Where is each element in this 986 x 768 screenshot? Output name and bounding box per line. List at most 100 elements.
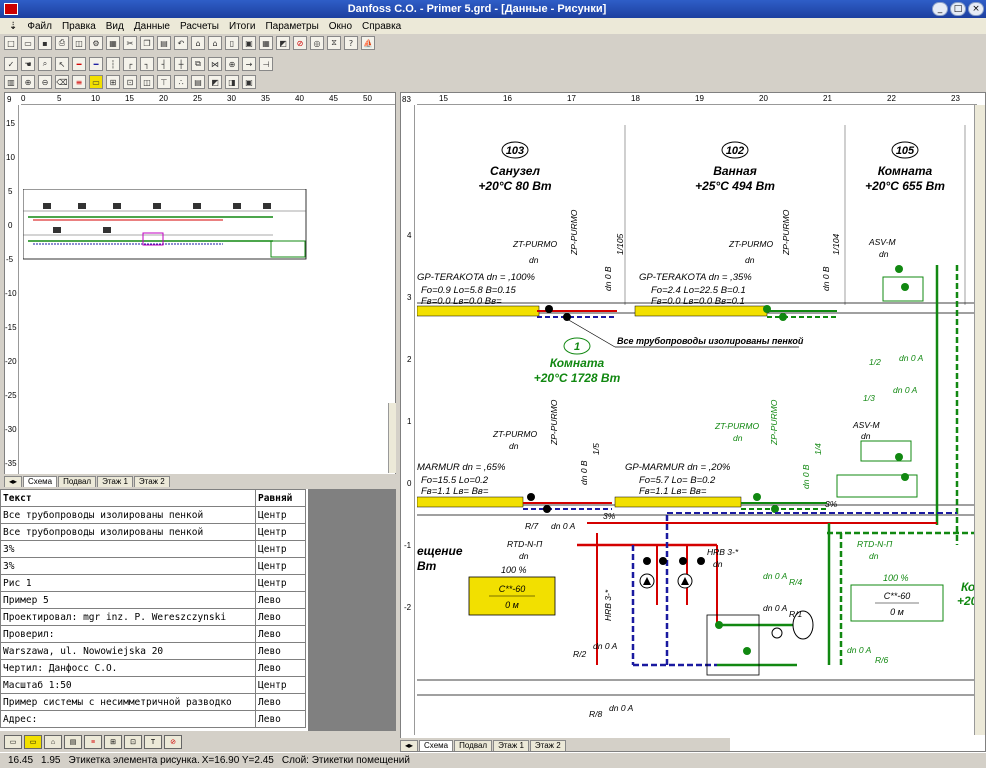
menu-view[interactable]: Вид [101,21,129,32]
maximize-icon[interactable]: □ [950,2,966,16]
cell-text[interactable]: Рис 1 [0,574,256,592]
table-row[interactable]: Warszawa, ul. Nowowiejska 20 Лево [0,642,306,660]
target-icon[interactable]: ◎ [310,36,324,50]
layer2-icon[interactable]: ▭ [89,75,103,89]
cell-align[interactable]: Центр [255,676,306,694]
cell-align[interactable]: Центр [255,557,306,575]
menu-edit[interactable]: Правка [57,21,101,32]
no-entry-icon[interactable]: ⊘ [293,36,307,50]
sheet-tab-floor1[interactable]: Этаж 1 [493,740,529,751]
menu-params[interactable]: Параметры [260,21,323,32]
supply-pipe-icon[interactable]: ━ [72,57,86,71]
cell-align[interactable]: Лево [255,659,306,677]
sheet-tab-scheme[interactable]: Схема [23,476,58,487]
menu-file[interactable]: Файл [22,21,57,32]
settings-icon[interactable]: ⚙ [89,36,103,50]
layer6-icon[interactable]: ⊤ [157,75,171,89]
sheet-tab-floor2[interactable]: Этаж 2 [133,476,170,487]
table-row[interactable]: Проектировал: mgr inz. P. Wereszczynski Л… [0,608,306,626]
cell-align[interactable]: Лево [255,693,306,711]
hand-icon[interactable]: ☚ [21,57,35,71]
sheet-tab-floor1[interactable]: Этаж 1 [97,476,133,487]
room-tool-icon[interactable]: ⊡ [124,735,142,749]
zoom-in-icon[interactable]: ⊕ [21,75,35,89]
open-folder-icon[interactable]: ▭ [21,36,35,50]
save-icon[interactable]: ▪ [38,36,52,50]
sheet-tab-basement[interactable]: Подвал [454,740,493,751]
cell-text[interactable]: Чертил: Данфосс С.О. [0,659,256,677]
pointer-icon[interactable]: ↖ [55,57,69,71]
valve-icon[interactable]: ⧖ [327,36,341,50]
print-icon[interactable]: ⎙ [55,36,69,50]
sheet-tab-nav-icon[interactable]: ◂▸ [4,476,23,487]
overview-thumbnail[interactable] [23,189,307,263]
layer8-icon[interactable]: ▤ [191,75,205,89]
error-tool-icon[interactable]: ⊘ [164,735,182,749]
table-row[interactable]: Масштаб 1:50 Центр [0,676,306,694]
folder-tool-icon[interactable]: ▭ [24,735,42,749]
table-row[interactable]: Пример 5 Лево [0,591,306,609]
menu-data[interactable]: Данные [129,21,175,32]
table-row[interactable]: 3% Центр [0,557,306,575]
cell-text[interactable]: Пример 5 [0,591,256,609]
check-icon[interactable]: ✓ [4,57,18,71]
boiler-tool-icon[interactable]: ⊞ [104,735,122,749]
copy-icon[interactable]: ❐ [140,36,154,50]
paste-icon[interactable]: ▤ [157,36,171,50]
radiator-tool-icon[interactable]: ▭ [4,735,22,749]
elbow2-icon[interactable]: ┐ [140,57,154,71]
cell-text[interactable]: Проверил: [0,625,256,643]
riser-icon[interactable]: ┆ [106,57,120,71]
layer10-icon[interactable]: ◨ [225,75,239,89]
return-pipe-icon[interactable]: ━ [89,57,103,71]
chart-icon[interactable]: ▥ [4,75,18,89]
cell-text[interactable]: Масштаб 1:50 [0,676,256,694]
cell-align[interactable]: Центр [255,523,306,541]
cell-text[interactable]: Warszawa, ul. Nowowiejska 20 [0,642,256,660]
cell-text[interactable]: Все трубопроводы изолированы пенкой [0,506,256,524]
new-file-icon[interactable]: □ [4,36,18,50]
column-header-text[interactable]: Текст [0,489,256,507]
menu-window[interactable]: Окно [324,21,357,32]
cell-align[interactable]: Лево [255,591,306,609]
cell-text[interactable]: Адрес: [0,710,256,728]
zoom-out-icon[interactable]: ⊖ [38,75,52,89]
door-icon[interactable]: ▯ [225,36,239,50]
cell-align[interactable]: Центр [255,540,306,558]
table-row[interactable]: Чертил: Данфосс С.О. Лево [0,659,306,677]
pipe-tool-icon[interactable]: ≡ [84,735,102,749]
cross-icon[interactable]: ┼ [174,57,188,71]
table-row[interactable]: Все трубопроводы изолированы пенкой Центр [0,523,306,541]
cell-align[interactable]: Лево [255,642,306,660]
app-icon[interactable] [4,3,18,15]
connector-icon[interactable]: ⊣ [259,57,273,71]
cell-text[interactable]: Пример системы с несимметричной разводко [0,693,256,711]
arrow-icon[interactable]: → [242,57,256,71]
menu-help[interactable]: Справка [357,21,406,32]
layer4-icon[interactable]: ⊡ [123,75,137,89]
cut-icon[interactable]: ✂ [123,36,137,50]
cell-align[interactable]: Центр [255,506,306,524]
floor-tool-icon[interactable]: ▤ [64,735,82,749]
cell-align[interactable]: Лево [255,608,306,626]
table-row[interactable]: Проверил: Лево [0,625,306,643]
radiator-icon[interactable]: ⧉ [191,57,205,71]
pump-icon[interactable]: ⊕ [225,57,239,71]
help-icon[interactable]: ? [344,36,358,50]
calculator-icon[interactable]: ▣ [242,36,256,50]
table-row[interactable]: Пример системы с несимметричной разводко… [0,693,306,711]
cell-align[interactable]: Центр [255,574,306,592]
cell-align[interactable]: Лево [255,710,306,728]
tee-icon[interactable]: ┤ [157,57,171,71]
table-row[interactable]: Адрес: Лево [0,710,306,728]
valve2-icon[interactable]: ⋈ [208,57,222,71]
layer7-icon[interactable]: ∴ [174,75,188,89]
layer5-icon[interactable]: ◫ [140,75,154,89]
doc-menu-icon[interactable]: ⇣ [4,21,22,32]
table-icon[interactable]: ▦ [106,36,120,50]
layer3-icon[interactable]: ⊞ [106,75,120,89]
sheet-tab-nav-icon[interactable]: ◂▸ [400,740,419,751]
layer11-icon[interactable]: ▣ [242,75,256,89]
print-preview-icon[interactable]: ◫ [72,36,86,50]
close-icon[interactable]: × [968,2,984,16]
